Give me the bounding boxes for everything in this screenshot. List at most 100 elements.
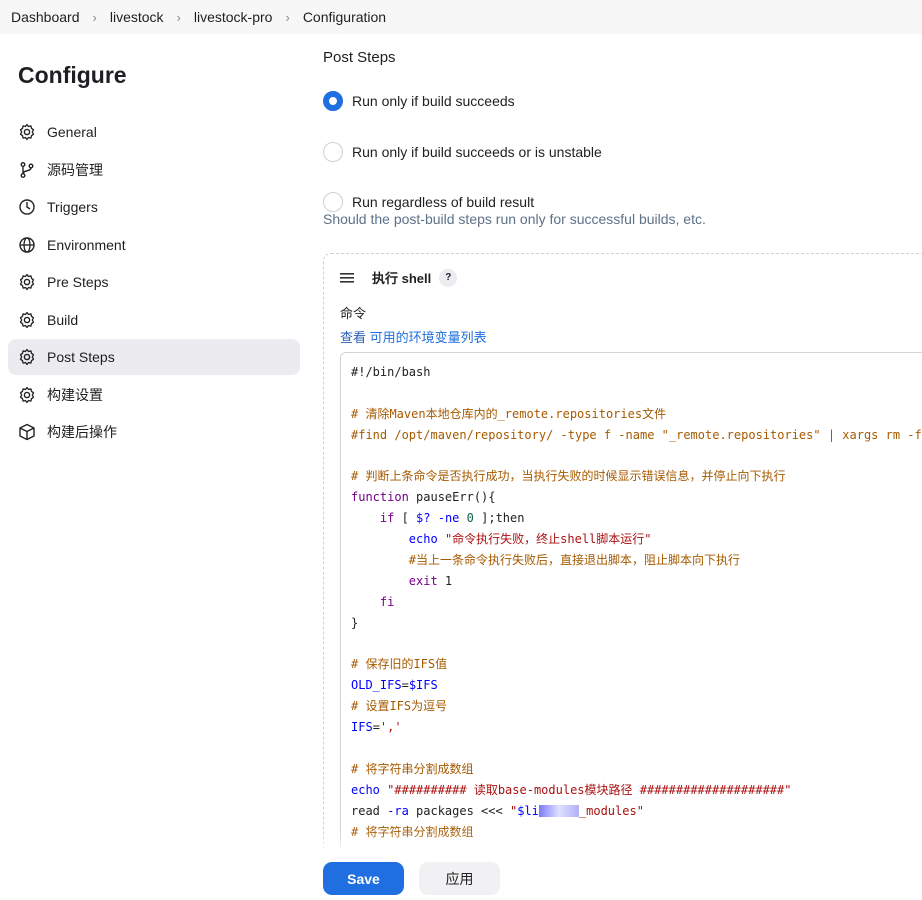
code-line: # 清除Maven本地仓库内的_remote.repositories文件 bbox=[351, 404, 922, 425]
code-token: # 保存旧的IFS值 bbox=[351, 657, 448, 672]
sidebar-item-1[interactable]: 源码管理 bbox=[8, 152, 300, 188]
code-line: #!/bin/bash bbox=[351, 362, 922, 383]
env-vars-link[interactable]: 可用的环境变量列表 bbox=[370, 330, 487, 345]
code-line: # 保存旧的IFS值 bbox=[351, 654, 922, 675]
gear-icon bbox=[19, 386, 35, 403]
code-line: OLD_IFS=$IFS bbox=[351, 675, 922, 696]
timer-icon bbox=[19, 199, 35, 215]
code-token: IFS bbox=[351, 720, 373, 735]
code-line: # 设置IFS为逗号 bbox=[351, 696, 922, 717]
code-token: # 设置IFS为逗号 bbox=[351, 699, 448, 714]
code-token: = bbox=[401, 678, 409, 693]
code-token: function bbox=[351, 490, 409, 505]
radio-button[interactable] bbox=[323, 142, 343, 162]
code-token: packages <<< bbox=[408, 803, 510, 818]
code-line: # 将字符串分割成数组 bbox=[351, 759, 922, 780]
sidebar-item-0[interactable]: General bbox=[8, 114, 300, 150]
sidebar-item-6[interactable]: Post Steps bbox=[8, 339, 300, 375]
code-token: $IFS bbox=[408, 678, 438, 693]
sidebar-item-label: Environment bbox=[47, 236, 126, 253]
code-token: 1 bbox=[437, 573, 453, 588]
sidebar-item-8[interactable]: 构建后操作 bbox=[8, 414, 300, 450]
code-token: # 清除Maven本地仓库内的_remote.repositories文件 bbox=[351, 406, 667, 421]
code-token: # 判断上条命令是否执行成功，当执行失败的时候显示错误信息，并停止向下执行 bbox=[351, 469, 786, 484]
sidebar-item-3[interactable]: Environment bbox=[8, 227, 300, 263]
section-heading: Post Steps bbox=[323, 49, 396, 66]
code-token: -ra bbox=[387, 803, 409, 818]
code-line: #当上一条命令执行失败后，直接退出脚本，阻止脚本向下执行 bbox=[351, 550, 922, 571]
globe-icon bbox=[19, 236, 35, 253]
radio-button[interactable] bbox=[323, 192, 343, 212]
radio-option[interactable]: Run only if build succeeds or is unstabl… bbox=[323, 142, 602, 162]
sidebar-item-7[interactable]: 构建设置 bbox=[8, 377, 300, 413]
sidebar-item-label: Post Steps bbox=[47, 349, 115, 365]
chevron-right-icon: › bbox=[176, 9, 181, 25]
sidebar-item-label: Pre Steps bbox=[47, 274, 109, 290]
breadcrumb-item[interactable]: livestock bbox=[110, 9, 164, 25]
gear-icon bbox=[19, 123, 35, 141]
command-textarea[interactable]: #!/bin/bash # 清除Maven本地仓库内的_remote.reposi… bbox=[340, 352, 922, 892]
env-prefix: 查看 bbox=[340, 330, 370, 345]
help-text: Should the post-build steps run only for… bbox=[323, 211, 706, 227]
code-line: #find /opt/maven/repository/ -type f -na… bbox=[351, 425, 922, 446]
code-line: if [ $? -ne 0 ];then bbox=[351, 508, 922, 529]
apply-button[interactable]: 应用 bbox=[419, 862, 500, 895]
code-line: function pauseErr(){ bbox=[351, 487, 922, 508]
help-icon[interactable]: ? bbox=[439, 268, 458, 287]
radio-label: Run only if build succeeds or is unstabl… bbox=[352, 144, 602, 160]
code-line: IFS=',' bbox=[351, 717, 922, 738]
code-token: # 将字符串分割成数组 bbox=[351, 824, 474, 839]
code-token: exit bbox=[408, 573, 438, 588]
radio-label: Run only if build succeeds bbox=[352, 93, 515, 109]
radio-option[interactable]: Run regardless of build result bbox=[323, 192, 534, 212]
sidebar-item-5[interactable]: Build bbox=[8, 302, 300, 338]
sidebar-item-4[interactable]: Pre Steps bbox=[8, 264, 300, 300]
chevron-right-icon: › bbox=[92, 9, 97, 25]
breadcrumb-item[interactable]: livestock-pro bbox=[194, 9, 273, 25]
sidebar-item-2[interactable]: Triggers bbox=[8, 189, 300, 225]
sidebar-item-label: 源码管理 bbox=[47, 161, 103, 178]
bottom-bar: Save 应用 bbox=[310, 850, 922, 900]
chevron-right-icon: › bbox=[285, 9, 290, 25]
drag-handle-icon[interactable] bbox=[340, 272, 356, 284]
code-token: OLD_IFS bbox=[351, 678, 402, 693]
sidebar-item-label: 构建设置 bbox=[47, 386, 103, 403]
command-label: 命令 bbox=[340, 306, 367, 321]
radio-button[interactable] bbox=[323, 91, 343, 111]
code-token: read bbox=[351, 803, 388, 818]
radio-option[interactable]: Run only if build succeeds bbox=[323, 91, 515, 111]
code-token: } bbox=[351, 615, 359, 630]
code-line: echo "########## 读取base-modules模块路径 ####… bbox=[351, 780, 922, 801]
code-token: "命令执行失败，终止shell脚本运行" bbox=[444, 532, 652, 547]
code-token: if bbox=[379, 511, 395, 526]
sidebar-item-label: Triggers bbox=[47, 199, 98, 215]
breadcrumb-item[interactable]: Configuration bbox=[303, 9, 386, 25]
code-token: -ne bbox=[437, 511, 460, 526]
breadcrumb-item[interactable]: Dashboard bbox=[11, 9, 80, 25]
gear-icon bbox=[19, 273, 35, 291]
code-token: ',' bbox=[379, 720, 402, 735]
branch-icon bbox=[20, 161, 34, 178]
code-token: echo bbox=[408, 532, 438, 547]
code-token: $? bbox=[416, 511, 431, 526]
save-button[interactable]: Save bbox=[323, 862, 404, 895]
code-token: [ bbox=[394, 511, 417, 526]
code-line: } bbox=[351, 613, 922, 634]
sidebar-item-label: Build bbox=[47, 311, 79, 328]
code-token: echo bbox=[351, 782, 380, 797]
code-token: pauseErr(){ bbox=[408, 490, 496, 505]
code-line: echo "命令执行失败，终止shell脚本运行" bbox=[351, 529, 922, 550]
code-token: # 将字符串分割成数组 bbox=[351, 761, 474, 776]
code-token: #find /opt/maven/repository/ -type f -na… bbox=[351, 427, 922, 442]
